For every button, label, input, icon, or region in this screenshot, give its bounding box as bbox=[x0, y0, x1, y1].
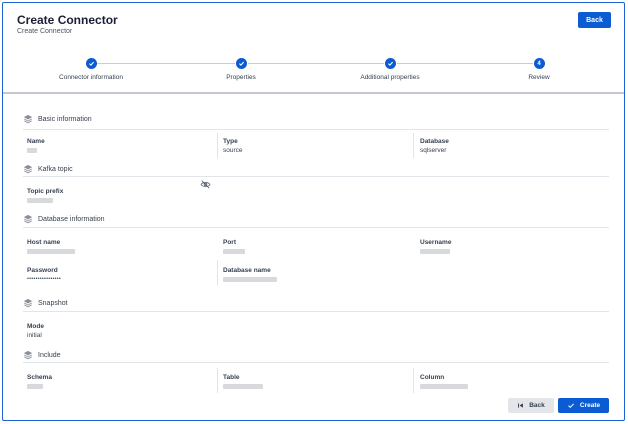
column-divider bbox=[413, 368, 414, 393]
field-database: Database sqlserver bbox=[420, 138, 449, 154]
field-value: source bbox=[223, 147, 243, 154]
field-label: Topic prefix bbox=[27, 188, 64, 195]
step-review[interactable]: 4 Review bbox=[479, 58, 599, 81]
step-number: 4 bbox=[533, 58, 545, 69]
step-properties[interactable]: Properties bbox=[181, 58, 301, 81]
section-header-include: Include bbox=[23, 350, 61, 360]
layers-icon bbox=[23, 114, 33, 124]
redacted-value bbox=[223, 384, 263, 389]
field-label: Database name bbox=[223, 267, 271, 274]
redacted-value bbox=[420, 384, 468, 389]
section-title: Include bbox=[38, 351, 61, 359]
redacted-value bbox=[27, 249, 75, 254]
field-label: Mode bbox=[27, 323, 44, 330]
section-divider bbox=[23, 227, 609, 228]
field-label: Column bbox=[420, 374, 445, 381]
page-title: Create Connector bbox=[17, 13, 118, 27]
field-type: Type source bbox=[223, 138, 243, 154]
section-title: Database information bbox=[38, 215, 105, 223]
field-label: Password bbox=[27, 267, 58, 274]
section-title: Kafka topic bbox=[38, 165, 73, 173]
field-table: Table bbox=[223, 374, 263, 389]
step-additional-properties[interactable]: Additional properties bbox=[330, 58, 450, 81]
step-connector-information[interactable]: Connector information bbox=[31, 58, 151, 81]
field-label: Port bbox=[223, 239, 236, 246]
step-label: Review bbox=[528, 74, 550, 81]
field-name: Name bbox=[27, 138, 45, 153]
layers-icon bbox=[23, 164, 33, 174]
create-button[interactable]: Create bbox=[558, 398, 609, 413]
field-database-name: Database name bbox=[223, 267, 277, 282]
redacted-value bbox=[420, 249, 450, 254]
field-label: Table bbox=[223, 374, 240, 381]
create-connector-page: Create Connector Create Connector Back C… bbox=[2, 2, 625, 421]
redacted-value bbox=[27, 384, 43, 389]
field-value: initial bbox=[27, 332, 42, 339]
field-label: Schema bbox=[27, 374, 52, 381]
field-username: Username bbox=[420, 239, 451, 254]
section-header-snapshot: Snapshot bbox=[23, 298, 68, 308]
field-label: Host name bbox=[27, 239, 61, 246]
field-label: Name bbox=[27, 138, 45, 145]
check-icon bbox=[85, 58, 97, 69]
field-value: sqlserver bbox=[420, 147, 447, 154]
step-label: Additional properties bbox=[360, 74, 420, 81]
redacted-value bbox=[223, 277, 277, 282]
layers-icon bbox=[23, 214, 33, 224]
section-header-basic: Basic information bbox=[23, 114, 92, 124]
redacted-value bbox=[27, 148, 37, 153]
field-topic-prefix: Topic prefix bbox=[27, 188, 63, 203]
review-content: Basic information Name Type source Datab… bbox=[3, 95, 624, 395]
breadcrumb: Create Connector bbox=[17, 28, 73, 35]
check-icon bbox=[384, 58, 396, 69]
password-value: •••••••••••••••• bbox=[27, 276, 62, 282]
field-column: Column bbox=[420, 374, 468, 389]
divider bbox=[3, 92, 624, 94]
layers-icon bbox=[23, 350, 33, 360]
section-header-kafka: Kafka topic bbox=[23, 164, 73, 174]
layers-icon bbox=[23, 298, 33, 308]
field-label: Username bbox=[420, 239, 452, 246]
field-host-name: Host name bbox=[27, 239, 75, 254]
section-divider bbox=[23, 311, 609, 312]
section-divider bbox=[23, 129, 609, 130]
redacted-value bbox=[223, 249, 245, 254]
section-header-database: Database information bbox=[23, 214, 105, 224]
field-password: Password •••••••••••••••• bbox=[27, 267, 61, 282]
step-label: Properties bbox=[226, 74, 256, 81]
section-divider bbox=[23, 362, 609, 363]
check-icon bbox=[235, 58, 247, 69]
section-title: Snapshot bbox=[38, 299, 68, 307]
field-label: Type bbox=[223, 138, 238, 145]
field-schema: Schema bbox=[27, 374, 52, 389]
back-label: Back bbox=[529, 402, 545, 409]
section-divider bbox=[23, 176, 609, 177]
column-divider bbox=[217, 133, 218, 158]
step-label: Connector information bbox=[59, 74, 123, 81]
create-label: Create bbox=[579, 402, 601, 409]
field-mode: Mode initial bbox=[27, 323, 44, 339]
section-title: Basic information bbox=[38, 115, 92, 123]
column-divider bbox=[413, 133, 414, 158]
skip-back-icon bbox=[517, 402, 524, 409]
header-back-button[interactable]: Back bbox=[578, 12, 611, 28]
field-label: Database bbox=[420, 138, 449, 145]
column-divider bbox=[217, 368, 218, 393]
stepper: Connector information Properties Additio… bbox=[3, 53, 624, 93]
field-port: Port bbox=[223, 239, 245, 254]
footer-back-button[interactable]: Back bbox=[508, 398, 554, 413]
redacted-value bbox=[27, 198, 53, 203]
eye-off-icon[interactable] bbox=[200, 180, 211, 189]
column-divider bbox=[217, 260, 218, 285]
check-icon bbox=[567, 402, 575, 409]
